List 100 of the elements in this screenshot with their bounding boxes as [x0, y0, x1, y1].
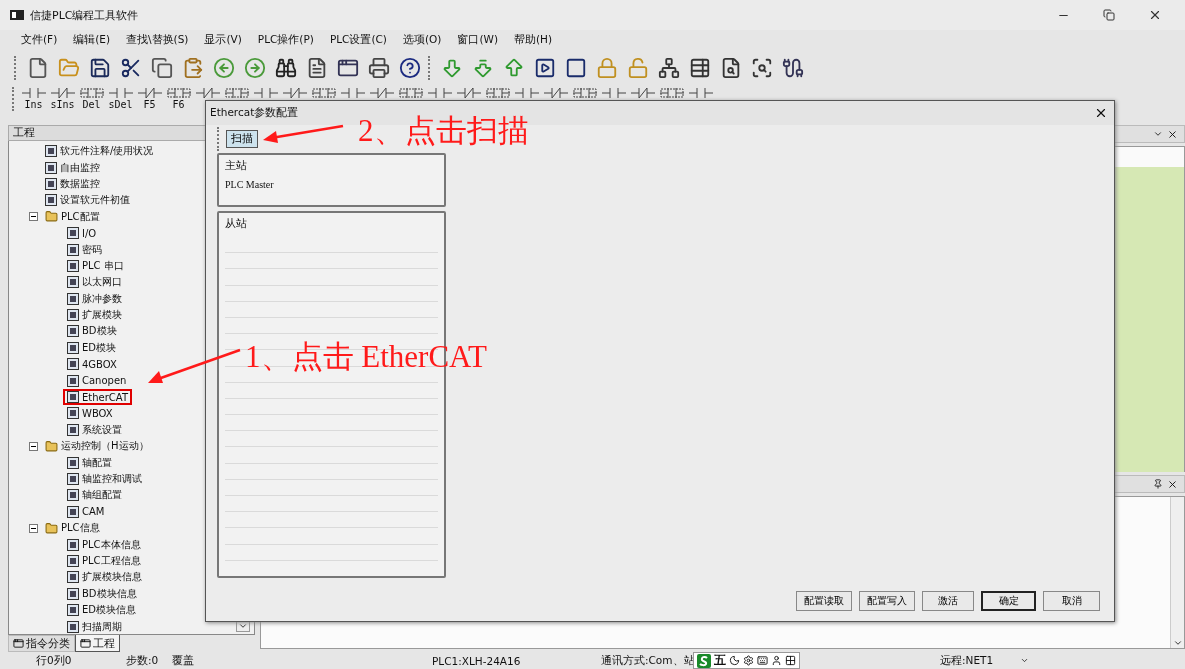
stop-icon[interactable]: [565, 56, 587, 79]
tree-item[interactable]: 轴配置: [63, 454, 116, 471]
ladder-contact-icon: [224, 87, 249, 99]
scrollbar[interactable]: [1170, 497, 1184, 648]
panel-tab[interactable]: 指令分类: [8, 635, 75, 652]
tree-item[interactable]: 4GBOX: [63, 356, 121, 373]
menu-item[interactable]: 编辑(E): [66, 33, 118, 47]
tree-item[interactable]: 轴组配置: [63, 487, 126, 504]
module-icon: [67, 374, 79, 387]
tree-item[interactable]: ED模块: [63, 339, 121, 356]
close-icon[interactable]: [1167, 478, 1178, 490]
dialog-button[interactable]: 确定: [981, 591, 1036, 611]
tree-item[interactable]: WBOX: [63, 405, 117, 422]
tree-item[interactable]: BD模块: [63, 323, 121, 340]
zoom-icon[interactable]: [751, 56, 773, 79]
tree-item[interactable]: PLC工程信息: [63, 552, 145, 569]
ladder-tool-button[interactable]: sDel: [107, 87, 134, 110]
collapse-icon[interactable]: [29, 212, 38, 222]
user-icon[interactable]: [771, 655, 782, 666]
module-icon: [67, 341, 79, 354]
tree-item[interactable]: 脉冲参数: [63, 290, 126, 307]
help-icon[interactable]: [399, 56, 421, 79]
module-icon: [45, 145, 57, 158]
station-name: PLC Master: [225, 179, 275, 190]
dialog-button[interactable]: 取消: [1043, 591, 1100, 611]
ladder-tool-button[interactable]: F6: [165, 87, 192, 110]
save-icon[interactable]: [89, 56, 111, 79]
run-icon[interactable]: [534, 56, 556, 79]
document-search-icon[interactable]: [720, 56, 742, 79]
tree-item[interactable]: 软元件注释/使用状况: [41, 143, 158, 160]
module-icon: [67, 489, 79, 502]
menu-item[interactable]: 窗口(W): [450, 33, 505, 47]
tree-item[interactable]: PLC本体信息: [63, 536, 145, 553]
menu-item[interactable]: 显示(V): [197, 33, 249, 47]
tree-item[interactable]: 自由监控: [41, 159, 104, 176]
menu-item[interactable]: 文件(F): [14, 33, 65, 47]
group-title: 主站: [225, 159, 248, 173]
tree-item[interactable]: 系统设置: [63, 421, 126, 438]
cable-icon[interactable]: [782, 56, 804, 79]
tree-item[interactable]: 数据监控: [41, 175, 104, 192]
copy-icon[interactable]: [151, 56, 173, 79]
dialog-button[interactable]: 激活: [922, 591, 974, 611]
close-icon[interactable]: [1094, 106, 1108, 120]
panel-tab[interactable]: 工程: [75, 635, 120, 652]
dialog-button[interactable]: 配置写入: [859, 591, 915, 611]
pin-icon[interactable]: [1153, 479, 1163, 489]
tree-item[interactable]: I/O: [63, 225, 101, 242]
dropdown-icon[interactable]: [1020, 656, 1029, 665]
chevron-down-icon[interactable]: [1172, 638, 1183, 648]
moon-icon[interactable]: [729, 655, 740, 666]
menu-item[interactable]: 帮助(H): [507, 33, 560, 47]
tree-item[interactable]: EtherCAT: [63, 389, 132, 406]
dropdown-icon[interactable]: [1153, 129, 1163, 139]
ladder-contact-icon: [340, 87, 365, 99]
tree-item[interactable]: 以太网口: [63, 274, 126, 291]
new-file-icon[interactable]: [27, 56, 49, 79]
tree-item[interactable]: CAM: [63, 503, 109, 520]
collapse-icon[interactable]: [29, 441, 38, 451]
tree-item[interactable]: ED模块信息: [63, 602, 141, 619]
ladder-tool-button[interactable]: Ins: [20, 87, 47, 110]
scan-button[interactable]: 扫描: [226, 130, 258, 148]
close-icon[interactable]: [1148, 8, 1162, 22]
binoculars-icon[interactable]: [275, 56, 297, 79]
folder-icon: [45, 439, 58, 453]
ladder-contact-icon: [572, 87, 597, 99]
settings-icon[interactable]: [743, 655, 754, 666]
print-icon[interactable]: [368, 56, 390, 79]
cut-icon[interactable]: [120, 56, 142, 79]
menu-item[interactable]: PLC操作(P): [250, 33, 321, 47]
tree-item[interactable]: 密码: [63, 241, 106, 258]
ladder-tool-button[interactable]: sIns: [49, 87, 76, 110]
menu-item[interactable]: 查找\替换(S): [119, 33, 196, 47]
module-icon: [67, 604, 79, 617]
ime-mode[interactable]: 五: [714, 652, 726, 669]
app-icon: [10, 10, 24, 20]
paste-icon[interactable]: [182, 56, 204, 79]
tree-item[interactable]: 轴监控和调试: [63, 471, 146, 487]
tree-item[interactable]: 扩展模块: [63, 307, 126, 324]
dialog-button[interactable]: 配置读取: [796, 591, 852, 611]
tree-item[interactable]: Canopen: [63, 372, 131, 389]
tree-item[interactable]: PLC配置: [41, 208, 104, 225]
ladder-contact-icon: [195, 87, 220, 99]
close-icon[interactable]: [1167, 128, 1178, 140]
document-icon[interactable]: [306, 56, 328, 79]
tree-item[interactable]: PLC 串口: [63, 257, 128, 274]
restore-icon[interactable]: [1103, 9, 1115, 21]
tree-item[interactable]: 扩展模块信息: [63, 569, 146, 586]
tree-item[interactable]: PLC信息: [41, 520, 104, 537]
keyboard-icon[interactable]: [757, 655, 768, 666]
tree-item[interactable]: 设置软元件初值: [41, 192, 134, 209]
ladder-tool-button[interactable]: Del: [78, 87, 105, 110]
grid-icon[interactable]: [785, 655, 796, 666]
upload-arrow-icon[interactable]: [503, 56, 525, 79]
tree-item[interactable]: 扫描周期: [63, 618, 126, 634]
menu-item[interactable]: 选项(O): [395, 33, 449, 47]
menu-item[interactable]: PLC设置(C): [322, 33, 394, 47]
collapse-icon[interactable]: [29, 523, 38, 533]
ladder-tool-button[interactable]: F5: [136, 87, 163, 110]
tree-item[interactable]: 运动控制（H运动）: [41, 438, 153, 455]
tree-item[interactable]: BD模块信息: [63, 585, 141, 602]
